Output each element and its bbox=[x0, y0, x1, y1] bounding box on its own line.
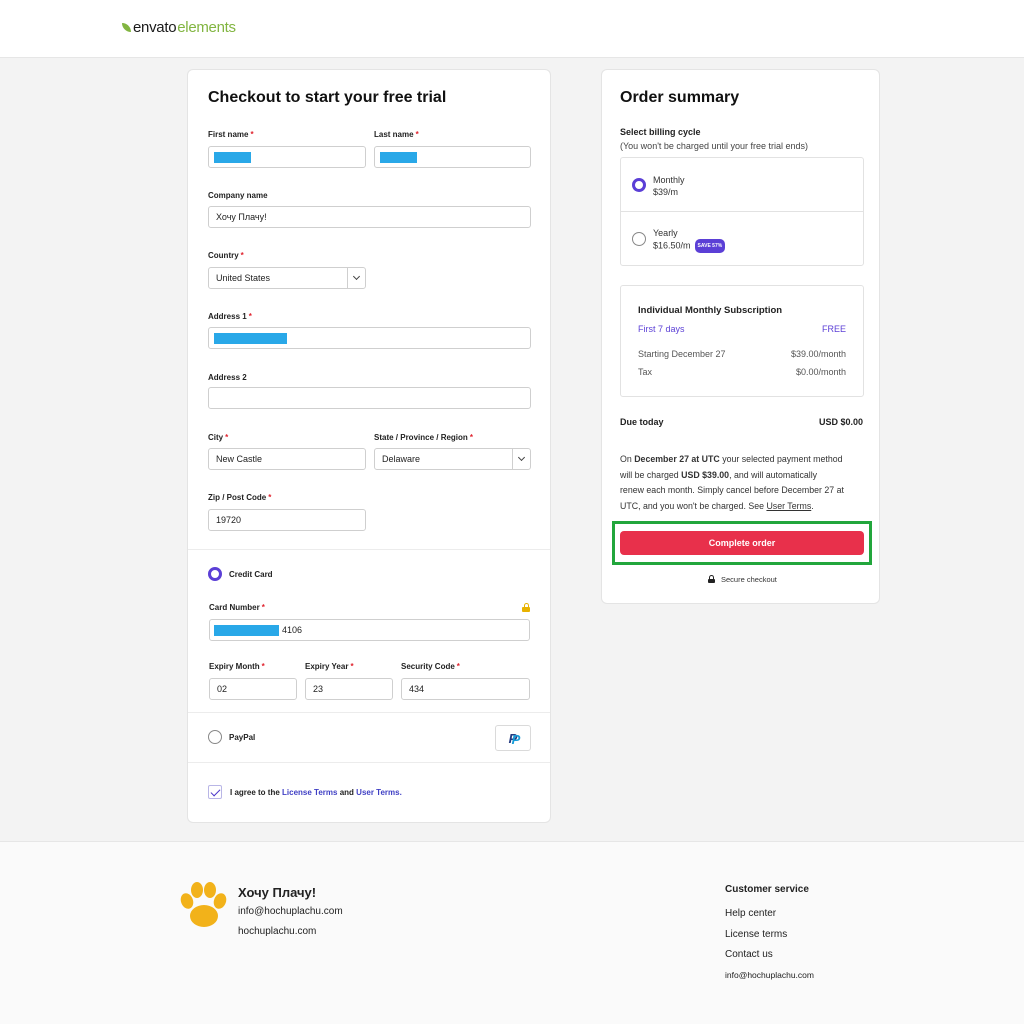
chevron-down-icon[interactable] bbox=[347, 268, 365, 288]
agree-terms-text: I agree to the License Terms and User Te… bbox=[230, 788, 402, 797]
expiry-month-field[interactable]: 02 bbox=[209, 678, 297, 700]
security-code-label: Security Code * bbox=[401, 662, 460, 671]
card-number-label: Card Number * bbox=[209, 603, 265, 612]
city-field[interactable]: New Castle bbox=[208, 448, 366, 470]
envato-leaf-icon bbox=[122, 23, 131, 32]
divider bbox=[621, 211, 863, 212]
country-select[interactable]: United States bbox=[208, 267, 366, 289]
due-today-value: USD $0.00 bbox=[818, 417, 863, 427]
redacted-value bbox=[214, 333, 287, 344]
tax-label: Tax bbox=[638, 367, 653, 377]
state-select[interactable]: Delaware bbox=[374, 448, 531, 470]
zip-label: Zip / Post Code * bbox=[208, 493, 272, 502]
expiry-month-label: Expiry Month * bbox=[209, 662, 265, 671]
address2-label: Address 2 bbox=[208, 373, 247, 382]
company-field[interactable]: Хочу Плачу! bbox=[208, 206, 531, 228]
redacted-value bbox=[214, 625, 279, 636]
due-today-label: Due today bbox=[620, 417, 664, 427]
yearly-radio[interactable] bbox=[632, 232, 646, 246]
paypal-radio[interactable] bbox=[208, 730, 222, 744]
redacted-value bbox=[380, 152, 417, 163]
footer-support-email[interactable]: info@hochuplachu.com bbox=[725, 970, 814, 980]
license-terms-link[interactable]: License terms bbox=[725, 929, 787, 940]
footer-email[interactable]: info@hochuplachu.com bbox=[238, 906, 343, 917]
first-name-field[interactable] bbox=[208, 146, 366, 168]
order-summary-title: Order summary bbox=[620, 89, 740, 106]
complete-order-button[interactable]: Complete order bbox=[620, 531, 864, 555]
redacted-value bbox=[214, 152, 251, 163]
starting-label: Starting December 27 bbox=[638, 349, 726, 359]
divider bbox=[188, 762, 550, 763]
billing-cycle-label: Select billing cycle bbox=[620, 127, 701, 137]
agree-terms-checkbox[interactable] bbox=[208, 785, 222, 799]
footer: Хочу Плачу! info@hochuplachu.com hochupl… bbox=[0, 841, 1024, 1024]
logo-text-envato: envato bbox=[133, 19, 177, 36]
address1-label: Address 1 * bbox=[208, 312, 252, 321]
envato-elements-logo[interactable]: envato elements bbox=[122, 19, 236, 36]
address1-field[interactable] bbox=[208, 327, 531, 349]
state-label: State / Province / Region * bbox=[374, 433, 473, 442]
checkout-form-card: Checkout to start your free trial First … bbox=[187, 69, 551, 823]
save-badge: SAVE 57% bbox=[694, 239, 726, 253]
first-name-label: First name * bbox=[208, 130, 254, 139]
user-terms-link[interactable]: User Terms bbox=[766, 501, 811, 511]
order-summary-card: Order summary Select billing cycle (You … bbox=[601, 69, 880, 604]
checkout-title: Checkout to start your free trial bbox=[208, 89, 447, 106]
security-code-field[interactable]: 434 bbox=[401, 678, 530, 700]
expiry-year-label: Expiry Year * bbox=[305, 662, 354, 671]
first-days-label: First 7 days bbox=[638, 324, 685, 334]
paypal-label: PayPal bbox=[229, 733, 256, 742]
last-name-label: Last name * bbox=[374, 130, 419, 139]
card-number-field[interactable]: 4106 bbox=[209, 619, 530, 641]
help-center-link[interactable]: Help center bbox=[725, 908, 776, 919]
first-days-value: FREE bbox=[821, 324, 846, 334]
monthly-option[interactable]: Monthly $39/m bbox=[653, 174, 685, 198]
divider bbox=[188, 549, 550, 550]
chevron-down-icon[interactable] bbox=[512, 449, 530, 469]
renewal-notice: On December 27 at UTC your selected paym… bbox=[620, 454, 844, 512]
customer-service-title: Customer service bbox=[725, 884, 809, 895]
company-label: Company name bbox=[208, 191, 268, 200]
country-label: Country * bbox=[208, 251, 244, 260]
lock-icon bbox=[708, 575, 715, 583]
secure-checkout-text: Secure checkout bbox=[721, 575, 777, 584]
user-terms-link[interactable]: User Terms. bbox=[356, 788, 402, 797]
credit-card-radio[interactable] bbox=[208, 567, 222, 581]
paw-icon bbox=[180, 882, 227, 927]
contact-us-link[interactable]: Contact us bbox=[725, 949, 773, 960]
address2-field[interactable] bbox=[208, 387, 531, 409]
license-terms-link[interactable]: License Terms bbox=[282, 788, 337, 797]
starting-value: $39.00/month bbox=[790, 349, 846, 359]
last-name-field[interactable] bbox=[374, 146, 531, 168]
monthly-radio[interactable] bbox=[632, 178, 646, 192]
subscription-details: Individual Monthly Subscription First 7 … bbox=[620, 285, 864, 397]
logo-text-elements: elements bbox=[177, 19, 236, 36]
expiry-year-field[interactable]: 23 bbox=[305, 678, 393, 700]
paypal-icon[interactable]: PP bbox=[495, 725, 531, 751]
top-bar: envato elements bbox=[0, 0, 1024, 58]
tax-value: $0.00/month bbox=[795, 367, 846, 377]
lock-icon bbox=[522, 603, 530, 612]
divider bbox=[188, 712, 550, 713]
yearly-option[interactable]: Yearly $16.50/m SAVE 57% bbox=[653, 227, 726, 253]
billing-cycle-note: (You won't be charged until your free tr… bbox=[620, 141, 808, 151]
zip-field[interactable]: 19720 bbox=[208, 509, 366, 531]
footer-website[interactable]: hochuplachu.com bbox=[238, 926, 316, 937]
credit-card-label: Credit Card bbox=[229, 570, 273, 579]
billing-cycle-options: Monthly $39/m Yearly $16.50/m SAVE 57% bbox=[620, 157, 864, 266]
city-label: City * bbox=[208, 433, 229, 442]
subscription-title: Individual Monthly Subscription bbox=[638, 305, 783, 316]
footer-company-name: Хочу Плачу! bbox=[238, 885, 317, 900]
